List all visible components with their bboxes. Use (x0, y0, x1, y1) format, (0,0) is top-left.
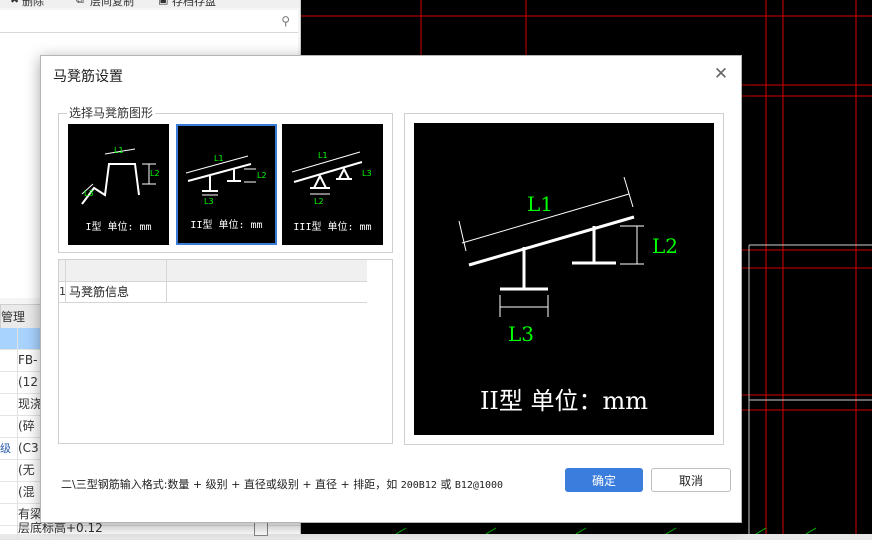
chair-bar-settings-dialog: 马凳筋设置 ✕ 选择马凳筋图形 L1 L2 L3 I型 单位: mm L1 L2… (40, 55, 742, 523)
row-value-cell[interactable] (166, 282, 368, 302)
svg-text:L3: L3 (204, 197, 214, 206)
table-header (59, 260, 367, 282)
search-icon[interactable]: ⚲ (281, 14, 290, 28)
copy-between-floors-button[interactable]: 层间复制 (90, 0, 134, 8)
properties-tab[interactable]: 管理 (0, 304, 42, 330)
svg-text:L3: L3 (508, 322, 534, 346)
svg-text:L3: L3 (362, 169, 372, 178)
shape-group-label: 选择马凳筋图形 (67, 106, 156, 120)
component-search[interactable]: ⚲ (0, 10, 298, 33)
shape-caption: I型 单位: mm (85, 222, 152, 233)
svg-text:L3: L3 (84, 189, 94, 198)
dialog-title: 马凳筋设置 (53, 69, 123, 85)
shape-caption: II型 单位: mm (190, 220, 263, 231)
panel-toolbar: ✖ 删除 ⧉ 层间复制 ▣ 存档存盘 (0, 0, 300, 8)
shape-option-type2[interactable]: L1 L2 L3 II型 单位: mm (176, 124, 277, 245)
shape-selection-group: 选择马凳筋图形 L1 L2 L3 I型 单位: mm L1 L2 L3 II型 … (58, 106, 393, 253)
svg-text:L2: L2 (652, 234, 678, 258)
ok-button[interactable]: 确定 (565, 468, 643, 492)
shape-option-type3[interactable]: L1 L3 L2 III型 单位: mm (282, 124, 383, 245)
chair-bar-info-table: 1 马凳筋信息 (58, 259, 393, 444)
svg-text:L1: L1 (527, 192, 553, 216)
close-icon[interactable]: ✕ (711, 64, 731, 84)
delete-icon[interactable]: ✖ (10, 0, 19, 6)
svg-text:L1: L1 (114, 146, 124, 155)
copy-icon[interactable]: ⧉ (76, 0, 84, 7)
row-name: 马凳筋信息 (69, 285, 130, 299)
shape-preview-frame: L1 L2 L3 II型 单位：mm (404, 113, 724, 445)
svg-text:L2: L2 (150, 169, 160, 178)
table-row[interactable]: 1 马凳筋信息 (59, 282, 367, 303)
input-format-hint: 二\三型钢筋输入格式:数量 + 级别 + 直径或级别 + 直径 + 排距，如 2… (61, 478, 504, 491)
svg-text:L2: L2 (257, 171, 267, 180)
shape-preview: L1 L2 L3 II型 单位：mm (414, 123, 714, 435)
svg-text:L2: L2 (314, 197, 324, 206)
shape-option-type1[interactable]: L1 L2 L3 I型 单位: mm (68, 124, 169, 245)
row-number: 1 (59, 282, 66, 302)
svg-text:L1: L1 (318, 151, 328, 160)
preview-caption: II型 单位：mm (479, 387, 649, 415)
svg-text:L1: L1 (214, 154, 224, 163)
save-button[interactable]: 存档存盘 (172, 0, 216, 8)
save-icon[interactable]: ▣ (158, 0, 168, 6)
cancel-button[interactable]: 取消 (651, 468, 731, 492)
delete-button[interactable]: 删除 (22, 0, 44, 8)
shape-caption: III型 单位: mm (293, 222, 372, 233)
